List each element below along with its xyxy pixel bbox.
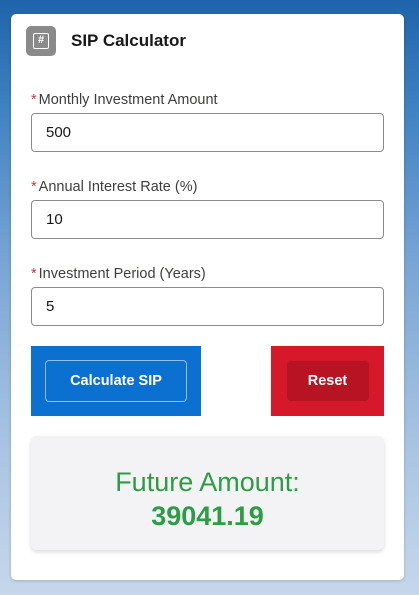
monthly-investment-label: * Monthly Investment Amount (31, 90, 384, 110)
future-amount-label: Future Amount: (115, 467, 300, 497)
future-amount-value: 39041.19 (151, 501, 264, 531)
annual-rate-input[interactable] (31, 200, 384, 239)
calculate-button-container: Calculate SIP (31, 346, 201, 416)
annual-rate-field: * Annual Interest Rate (%) (31, 177, 384, 239)
monthly-investment-field: * Monthly Investment Amount (31, 90, 384, 152)
sip-calculator-card: # SIP Calculator * Monthly Investment Amo… (11, 14, 404, 580)
calculate-sip-button[interactable]: Calculate SIP (45, 360, 187, 402)
reset-button[interactable]: Reset (286, 361, 369, 401)
monthly-investment-label-text: Monthly Investment Amount (38, 92, 218, 108)
reset-button-container: Reset (271, 346, 384, 416)
card-header: # SIP Calculator (26, 26, 186, 56)
annual-rate-label: * Annual Interest Rate (%) (31, 177, 384, 197)
result-panel: Future Amount: 39041.19 (31, 436, 384, 550)
hash-icon: # (33, 33, 49, 49)
investment-period-field: * Investment Period (Years) (31, 264, 384, 326)
page-title: SIP Calculator (71, 31, 186, 50)
monthly-investment-input[interactable] (31, 113, 384, 152)
investment-period-label: * Investment Period (Years) (31, 264, 384, 284)
investment-period-label-text: Investment Period (Years) (38, 266, 206, 282)
investment-period-input[interactable] (31, 287, 384, 326)
required-marker: * (31, 179, 37, 195)
calculator-icon: # (26, 26, 56, 56)
required-marker: * (31, 266, 37, 282)
required-marker: * (31, 92, 37, 108)
annual-rate-label-text: Annual Interest Rate (%) (38, 179, 198, 195)
